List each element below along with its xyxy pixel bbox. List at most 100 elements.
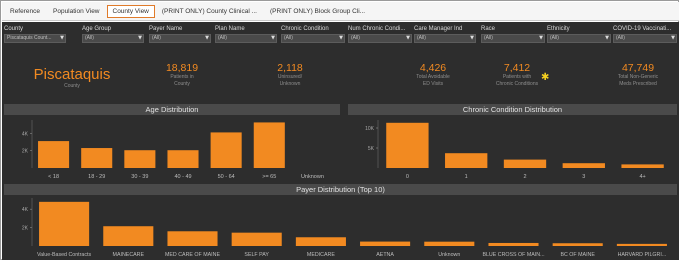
- filter-label: County: [4, 26, 24, 32]
- bar: [81, 148, 113, 168]
- bar: [39, 201, 90, 246]
- filter-num-chronic-conditions: Num Chronic Condi... (All) ▼: [348, 25, 412, 43]
- filter-value: (All): [351, 35, 360, 41]
- bar: [124, 150, 156, 168]
- x-tick-label: 18 - 29: [88, 174, 105, 180]
- chevron-down-icon[interactable]: ▼: [138, 35, 142, 42]
- filter-label: Num Chronic Condi...: [348, 26, 406, 32]
- kpi-ed-visits: 4,426 Total Avoidable ED Visits: [393, 62, 473, 88]
- tab-county-view[interactable]: County View: [106, 4, 155, 18]
- filter-dropdown[interactable]: (All) ▼: [82, 34, 144, 43]
- sheet-tab-bar: Reference Population View County View (P…: [2, 2, 679, 21]
- filter-dropdown[interactable]: (All) ▼: [547, 34, 611, 43]
- filter-label: Plan Name: [215, 26, 245, 32]
- tab-print-county-clinical[interactable]: (PRINT ONLY) County Clinical ...: [156, 5, 263, 18]
- filter-plan-name: Plan Name (All) ▼: [215, 25, 277, 43]
- x-tick-label: Value-Based Contracts: [37, 252, 91, 258]
- bar: [445, 153, 488, 168]
- y-tick-label: 5K: [368, 146, 375, 152]
- kpi-patients-label: Patients in: [170, 74, 194, 80]
- bar: [488, 242, 539, 246]
- filter-label: Care Manager Ind: [414, 26, 463, 32]
- filter-value: (All): [550, 35, 559, 41]
- kpi-patients: 18,819 Patients in County: [142, 62, 222, 88]
- chevron-down-icon[interactable]: ▼: [60, 35, 64, 42]
- chronic-distribution-chart: 5K 10K 0 1 2 3 4+: [365, 120, 664, 180]
- y-tick-label: 2K: [22, 149, 29, 155]
- chevron-down-icon[interactable]: ▼: [605, 35, 609, 42]
- y-tick-label: 4K: [22, 131, 29, 137]
- bar: [503, 159, 547, 168]
- kpi-ed-visits-label: ED Visits: [422, 81, 444, 87]
- filter-dropdown[interactable]: (All) ▼: [414, 34, 476, 43]
- filter-value: Piscataquis Count...: [7, 35, 52, 41]
- bar: [167, 231, 218, 246]
- filter-dropdown[interactable]: (All) ▼: [281, 34, 345, 43]
- tab-population-view[interactable]: Population View: [47, 5, 106, 18]
- x-tick-label: 40 - 49: [174, 174, 191, 180]
- filter-covid-vaccination: COVID-19 Vaccinati... (All) ▼: [613, 25, 677, 43]
- chevron-down-icon[interactable]: ▼: [406, 35, 410, 42]
- y-tick-label: 10K: [365, 126, 375, 132]
- filter-label: Race: [481, 26, 496, 32]
- y-tick-label: 2K: [22, 226, 29, 232]
- bar: [424, 241, 475, 246]
- filter-dropdown[interactable]: (All) ▼: [215, 34, 277, 43]
- kpi-uninsured: 2,118 Uninsured/ Unknown: [250, 62, 330, 88]
- bar: [253, 122, 285, 168]
- kpi-ed-visits-label: Total Avoidable: [416, 74, 450, 80]
- filter-dropdown[interactable]: (All) ▼: [348, 34, 412, 43]
- bar: [167, 150, 199, 168]
- kpi-county-label: County: [64, 83, 80, 89]
- bar: [616, 243, 667, 246]
- filter-dropdown[interactable]: (All) ▼: [613, 34, 677, 43]
- filter-value: (All): [616, 35, 625, 41]
- tab-print-block-group-clinical[interactable]: (PRINT ONLY) Block Group Cli...: [264, 5, 371, 18]
- chevron-down-icon[interactable]: ▼: [205, 35, 209, 42]
- bar: [38, 141, 70, 168]
- kpi-county: Piscataquis County: [22, 66, 122, 90]
- filter-dropdown[interactable]: (All) ▼: [149, 34, 211, 43]
- x-tick-label: >= 65: [262, 174, 276, 180]
- bar: [360, 241, 411, 246]
- x-tick-label: 30 - 39: [131, 174, 148, 180]
- filter-label: Chronic Condition: [281, 26, 329, 32]
- bar: [210, 132, 242, 168]
- x-tick-label: BLUE CROSS OF MAIN...: [482, 252, 544, 258]
- filter-label: Ethnicity: [547, 26, 570, 32]
- star-icon: ✱: [541, 72, 550, 83]
- y-tick-label: 4K: [22, 207, 29, 213]
- filter-label: Payer Name: [149, 26, 183, 32]
- filter-age-group: Age Group (All) ▼: [82, 25, 144, 43]
- bar: [231, 232, 282, 246]
- chronic-distribution-title: Chronic Condition Distribution: [348, 104, 677, 115]
- filter-value: (All): [218, 35, 227, 41]
- filter-chronic-condition: Chronic Condition (All) ▼: [281, 25, 345, 43]
- chevron-down-icon[interactable]: ▼: [539, 35, 543, 42]
- kpi-meds-label: Meds Prescribed: [619, 81, 657, 87]
- chevron-down-icon[interactable]: ▼: [339, 35, 343, 42]
- x-tick-label: 3: [582, 174, 585, 180]
- x-tick-label: 4+: [639, 174, 645, 180]
- x-tick-label: 50 - 64: [218, 174, 235, 180]
- x-tick-label: 2: [523, 174, 526, 180]
- age-distribution-title: Age Distribution: [4, 104, 340, 115]
- payer-distribution-chart: 2K 4K Value-Based Contracts MAINECARE MED CA…: [22, 198, 667, 258]
- filter-value: (All): [85, 35, 94, 41]
- filter-label: COVID-19 Vaccinati...: [613, 26, 672, 32]
- filter-dropdown[interactable]: Piscataquis Count... ▼: [4, 34, 66, 43]
- kpi-county-value: Piscataquis: [33, 66, 111, 83]
- filter-dropdown[interactable]: (All) ▼: [481, 34, 545, 43]
- bar: [621, 164, 664, 168]
- filter-care-manager-ind: Care Manager Ind (All) ▼: [414, 25, 476, 43]
- x-tick-label: 0: [406, 174, 409, 180]
- chevron-down-icon[interactable]: ▼: [470, 35, 474, 42]
- chevron-down-icon[interactable]: ▼: [671, 35, 675, 42]
- x-tick-label: MAINECARE: [113, 252, 145, 258]
- tab-reference[interactable]: Reference: [4, 5, 46, 18]
- filter-bar: County Piscataquis Count... ▼ Age Group (…: [2, 22, 679, 50]
- filter-payer-name: Payer Name (All) ▼: [149, 25, 211, 43]
- x-tick-label: MED CARE OF MAINE: [165, 252, 220, 258]
- filter-value: (All): [284, 35, 293, 41]
- chevron-down-icon[interactable]: ▼: [271, 35, 275, 42]
